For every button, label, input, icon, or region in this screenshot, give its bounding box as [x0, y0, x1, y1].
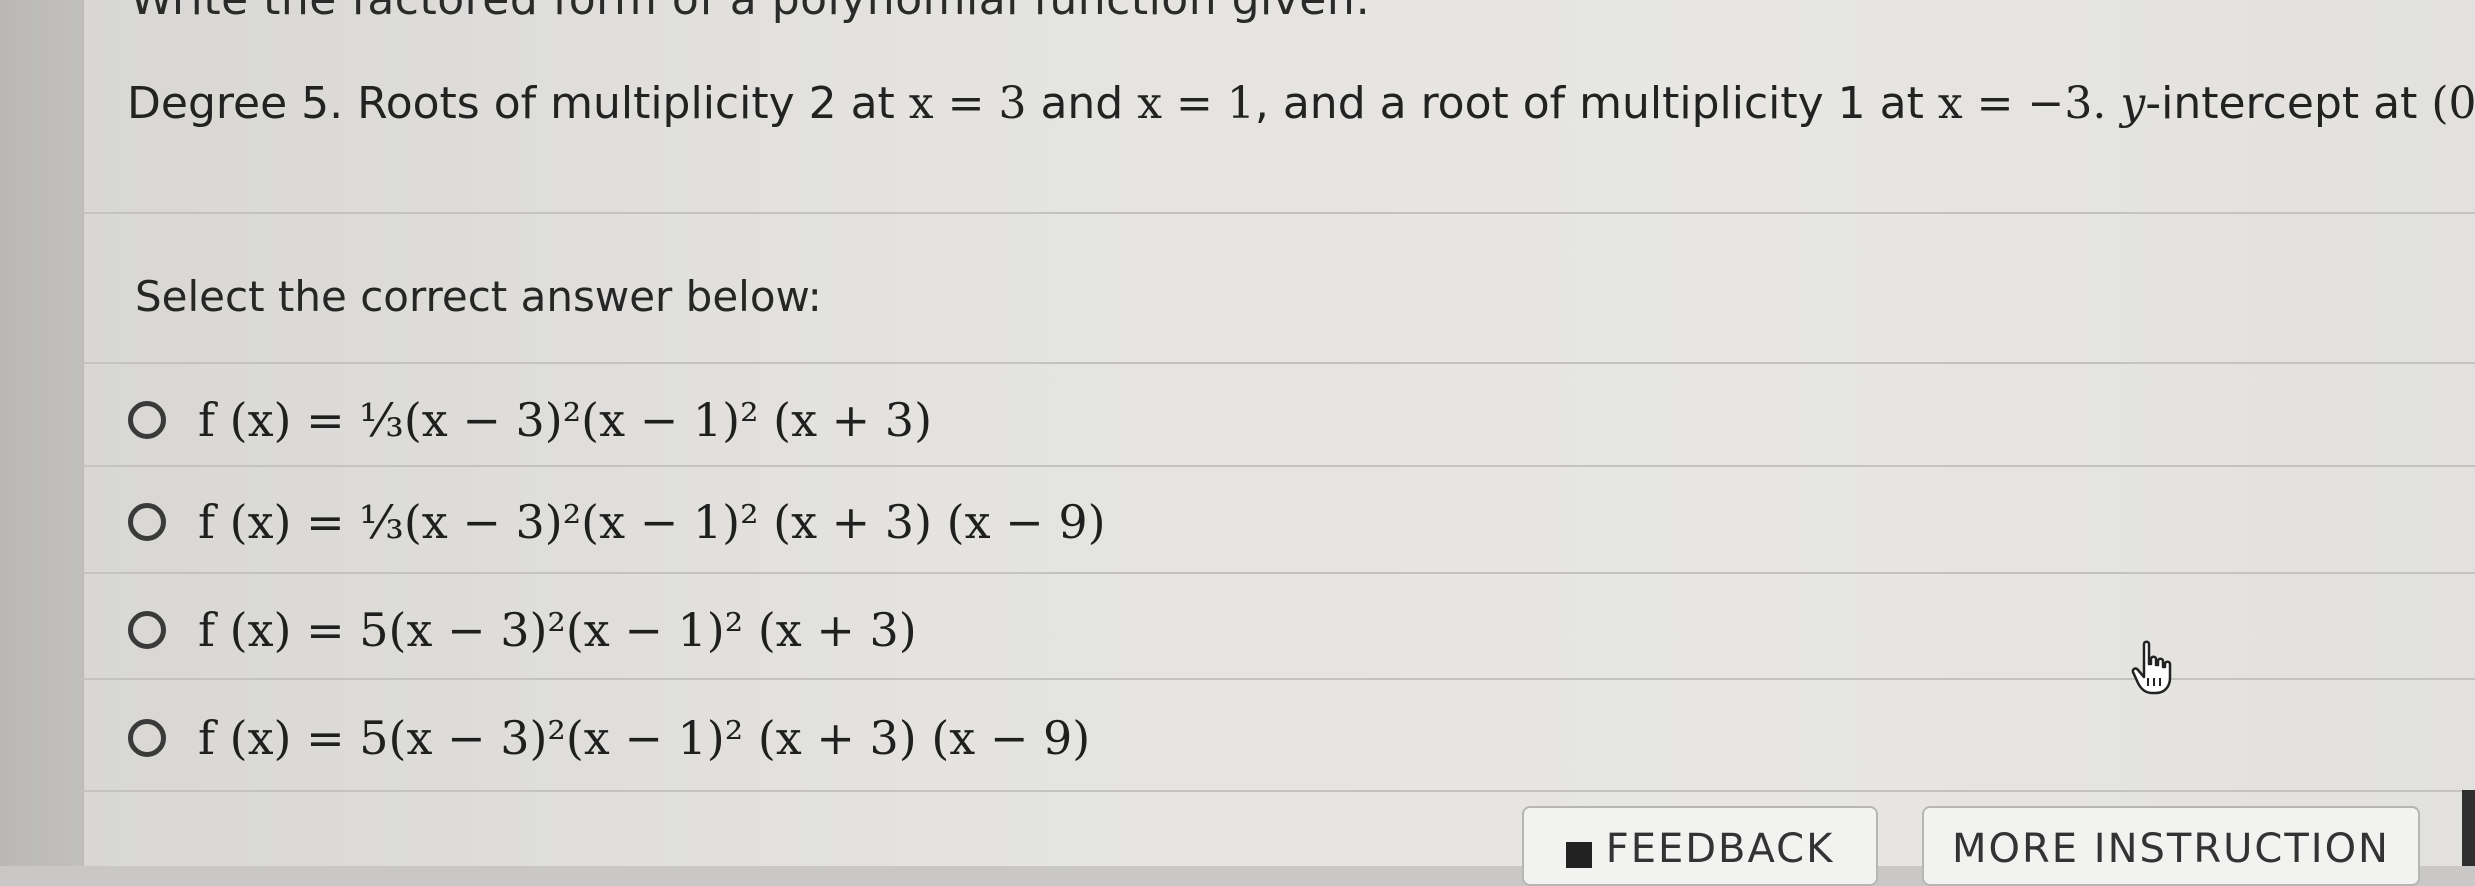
answer-option-2[interactable]: f (x) = ⅓(x − 3)²(x − 1)² (x + 3) (x − 9… — [128, 482, 1106, 562]
answer-prompt: Select the correct answer below: — [135, 272, 822, 321]
instruction-text: Write the factored form of a polynomial … — [130, 0, 1371, 25]
hand-pointer-icon — [2131, 640, 2172, 695]
answer-option-1[interactable]: f (x) = ⅓(x − 3)²(x − 1)² (x + 3) — [128, 380, 932, 460]
problem-statement: Degree 5. Roots of multiplicity 2 at x =… — [127, 78, 2475, 129]
divider — [82, 362, 2475, 364]
problem-math-3: x = −3. — [1937, 78, 2107, 129]
more-instruction-button-label: MORE INSTRUCTION — [1952, 826, 2390, 872]
problem-text-1: Degree 5. Roots of multiplicity 2 at — [127, 78, 909, 129]
problem-text-3: , and a root of multiplicity 1 at — [1254, 78, 1938, 129]
divider — [82, 678, 2475, 680]
problem-math-5: (0, 9). — [2431, 78, 2475, 129]
divider — [82, 212, 2475, 214]
problem-text-2: and — [1026, 78, 1138, 129]
more-instruction-button[interactable]: MORE INSTRUCTION — [1922, 806, 2420, 886]
radio-circle-icon[interactable] — [128, 611, 166, 649]
answer-option-4[interactable]: f (x) = 5(x − 3)²(x − 1)² (x + 3) (x − 9… — [128, 698, 1090, 778]
problem-math-2: x = 1 — [1137, 78, 1255, 129]
problem-math-4: y — [2120, 78, 2146, 129]
radio-circle-icon[interactable] — [128, 401, 166, 439]
problem-text-4: -intercept at — [2145, 78, 2432, 129]
feedback-icon — [1565, 842, 1592, 868]
option-label: f (x) = 5(x − 3)²(x − 1)² (x + 3) (x − 9… — [198, 711, 1091, 765]
divider — [82, 465, 2475, 467]
option-label: f (x) = ⅓(x − 3)²(x − 1)² (x + 3) (x − 9… — [198, 495, 1106, 549]
feedback-button[interactable]: FEEDBACK — [1522, 806, 1878, 886]
option-label: f (x) = 5(x − 3)²(x − 1)² (x + 3) — [198, 603, 917, 657]
feedback-button-label: FEEDBACK — [1605, 826, 1835, 872]
divider — [82, 790, 2475, 792]
radio-circle-icon[interactable] — [128, 719, 166, 757]
problem-math-1: x = 3 — [908, 78, 1027, 129]
divider — [82, 572, 2475, 574]
answer-option-3[interactable]: f (x) = 5(x − 3)²(x − 1)² (x + 3) — [128, 590, 917, 670]
option-label: f (x) = ⅓(x − 3)²(x − 1)² (x + 3) — [198, 393, 933, 447]
radio-circle-icon[interactable] — [128, 503, 166, 541]
scrollbar-edge — [2462, 790, 2475, 866]
